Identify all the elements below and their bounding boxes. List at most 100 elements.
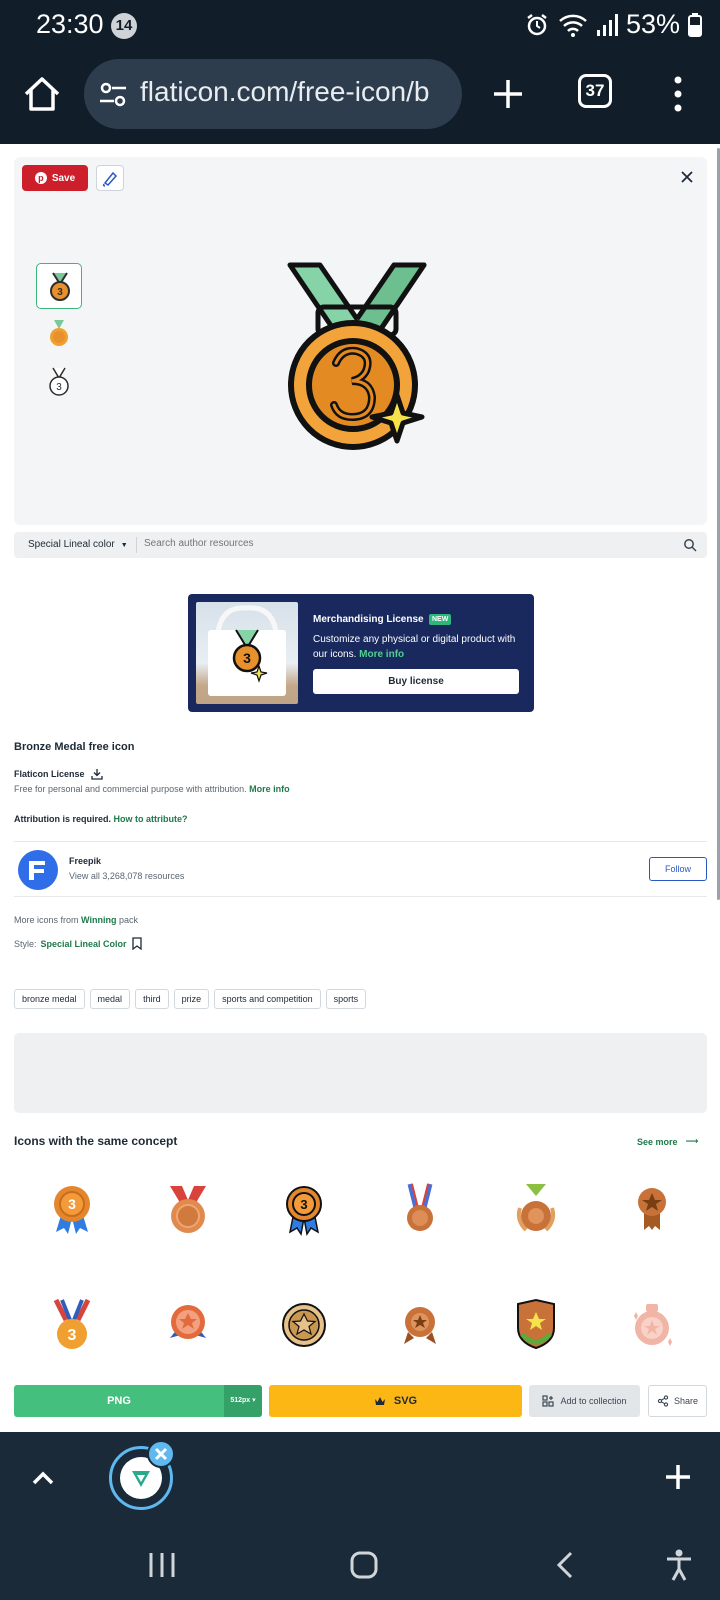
concept-section-title: Icons with the same concept (14, 1134, 178, 1148)
svg-text:3: 3 (243, 650, 251, 666)
download-action-bar: PNG 512px ▾ SVG Add to collection Share (0, 1370, 720, 1432)
promo-description: Customize any physical or digital produc… (313, 634, 516, 660)
style-dropdown[interactable]: Special Lineal color ▼ (28, 539, 128, 550)
png-label: PNG (107, 1395, 131, 1407)
freepik-avatar[interactable] (18, 850, 58, 890)
medal-star-ribbon-icon[interactable] (164, 1298, 212, 1352)
see-more-link[interactable]: See more ⟶ (637, 1136, 698, 1147)
address-bar[interactable]: flaticon.com/free-icon/b (84, 59, 462, 129)
png-download-button[interactable]: PNG 512px ▾ (14, 1385, 262, 1417)
icon-preview: p Save 3 3 (14, 157, 707, 525)
share-button[interactable]: Share (648, 1385, 707, 1417)
medal-star-icon[interactable] (628, 1182, 676, 1236)
author-resources-link[interactable]: View all 3,268,078 resources (69, 871, 184, 881)
browser-bottom-bar (0, 1432, 720, 1532)
medal-blue-ribbon-icon[interactable]: 3 (280, 1182, 328, 1236)
style-info: Style: Special Lineal Color (14, 937, 143, 950)
home-nav-icon[interactable] (349, 1550, 379, 1580)
shield-badge-icon[interactable] (512, 1298, 560, 1352)
license-row: Flaticon License (14, 768, 103, 780)
back-icon[interactable] (554, 1550, 576, 1580)
site-settings-icon[interactable] (98, 81, 130, 109)
more-options-icon[interactable] (670, 74, 686, 114)
medal-sparkle-icon[interactable] (628, 1298, 676, 1352)
merchandising-license-banner: 3 Merchandising License NEW Customize an… (188, 594, 534, 712)
size-dropdown[interactable]: 512px ▾ (224, 1385, 262, 1417)
edit-icon-button[interactable] (96, 165, 124, 191)
ad-placeholder (14, 1033, 707, 1113)
promo-more-info-link[interactable]: More info (359, 649, 404, 660)
wifi-icon (559, 14, 587, 37)
medal-icon: 3 (49, 367, 69, 396)
clock: 23:30 (36, 9, 104, 39)
divider (136, 537, 137, 553)
battery-percent: 53% (625, 9, 680, 39)
coin-star-icon[interactable] (280, 1298, 328, 1352)
tag[interactable]: third (135, 989, 169, 1009)
medal-ribbon-icon[interactable]: 3 (48, 1182, 96, 1236)
medal-red-ribbon-icon[interactable] (164, 1182, 212, 1236)
pack-link[interactable]: Winning (81, 915, 116, 925)
tag-list: bronze medal medal third prize sports an… (14, 989, 367, 1009)
rosette-icon[interactable] (396, 1298, 444, 1352)
tag[interactable]: sports (325, 989, 367, 1009)
medal-striped-ribbon-icon[interactable] (396, 1182, 444, 1236)
buy-license-button[interactable]: Buy license (313, 669, 519, 694)
recents-icon[interactable] (148, 1550, 176, 1580)
close-icon[interactable] (677, 167, 697, 187)
svg-text:3: 3 (57, 287, 63, 298)
promo-title: Merchandising License (313, 614, 424, 625)
download-icon[interactable] (90, 768, 103, 780)
tag[interactable]: prize (173, 989, 210, 1009)
brush-icon (102, 171, 118, 187)
medal-tricolor-ribbon-icon[interactable]: 3 (48, 1298, 96, 1352)
bookmark-icon[interactable] (131, 937, 143, 950)
new-tab-button[interactable] (488, 74, 528, 114)
license-label[interactable]: Flaticon License (14, 769, 85, 779)
plus-icon[interactable] (663, 1462, 693, 1492)
home-button[interactable] (20, 72, 64, 116)
close-bubble-button[interactable] (147, 1440, 175, 1468)
share-icon (657, 1395, 669, 1407)
tab-switcher-button[interactable]: 37 (578, 74, 612, 108)
arrow-right-icon: ⟶ (685, 1136, 699, 1146)
divider (14, 896, 707, 897)
svg-text:3: 3 (300, 1197, 307, 1212)
author-search-input[interactable] (144, 538, 664, 549)
tag[interactable]: bronze medal (14, 989, 85, 1009)
tag[interactable]: sports and competition (214, 989, 321, 1009)
svg-text:3: 3 (68, 1196, 76, 1212)
svg-text:3: 3 (56, 382, 62, 393)
thumbnail-flat[interactable] (36, 311, 82, 357)
medal-icon (50, 320, 68, 346)
accessibility-icon[interactable] (664, 1548, 694, 1582)
system-navigation-bar (0, 1532, 720, 1600)
svg-download-button[interactable]: SVG (269, 1385, 522, 1417)
tag[interactable]: medal (89, 989, 131, 1009)
author-name[interactable]: Freepik (69, 856, 101, 866)
license-description: Free for personal and commercial purpose… (14, 784, 290, 794)
how-to-attribute-link[interactable]: How to attribute? (114, 814, 188, 824)
follow-button[interactable]: Follow (649, 857, 707, 881)
medal-laurel-icon[interactable] (512, 1182, 560, 1236)
crown-icon (374, 1397, 385, 1405)
license-more-info-link[interactable]: More info (249, 784, 290, 794)
chevron-up-icon[interactable] (28, 1464, 58, 1494)
search-icon[interactable] (683, 538, 697, 552)
new-badge: NEW (429, 614, 452, 625)
thumbnail-lineal[interactable]: 3 (36, 359, 82, 405)
add-to-collection-button[interactable]: Add to collection (529, 1385, 640, 1417)
status-bar: 23:30 14 53% (0, 0, 720, 54)
style-link[interactable]: Special Lineal Color (41, 939, 127, 949)
divider (14, 841, 707, 842)
battery-icon (688, 12, 702, 37)
thumbnail-lineal-color[interactable]: 3 (36, 263, 82, 309)
attribution-row: Attribution is required. How to attribut… (14, 814, 188, 824)
collection-icon (542, 1395, 555, 1407)
notification-count-badge: 14 (111, 13, 137, 39)
system-icons: 53% (524, 9, 702, 40)
pinterest-save-button[interactable]: p Save (22, 165, 88, 191)
browser-toolbar: flaticon.com/free-icon/b 37 (0, 54, 720, 144)
save-label: Save (51, 172, 76, 184)
url-text[interactable]: flaticon.com/free-icon/b (140, 76, 429, 108)
